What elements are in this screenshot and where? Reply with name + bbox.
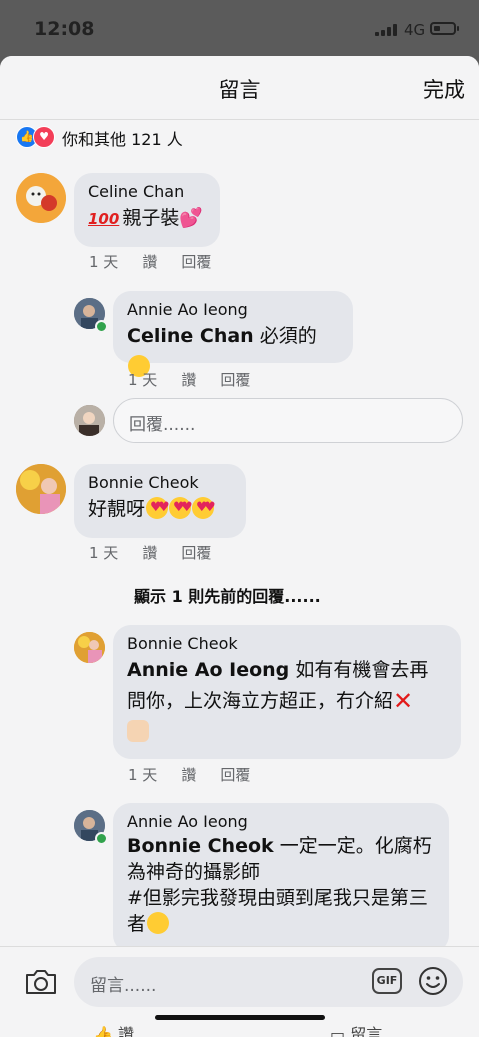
like-link[interactable]: 讚 [181,766,196,784]
comment-meta: 1 天 讚 回覆 [89,542,235,563]
reactions-count: 你和其他 121 人 [62,130,183,149]
comment-time: 1 天 [89,544,119,562]
background-like-button: 👍 讚 [93,1021,134,1037]
comment-text: 好靚呀 [88,494,232,525]
comment-author[interactable]: Bonnie Cheok [127,633,447,655]
emoji-icon[interactable] [418,966,448,996]
status-time: 12:08 [34,18,95,40]
battery-icon [430,22,456,35]
battery-tip [457,26,459,31]
comment-time: 1 天 [128,371,158,389]
avatar-bonnie-cheok[interactable] [74,632,105,663]
crying-emoji-icon [147,912,170,934]
background-like-label: 讚 [118,1025,135,1037]
mentioned-user[interactable]: Annie Ao Ieong [127,659,289,681]
avatar-image [74,632,105,663]
sheet-header: 留言 完成 [0,56,479,120]
signal-icon [375,24,399,36]
comment-bubble[interactable]: Annie Ao Ieong Bonnie Cheok 一定一定。化腐朽為神奇的… [113,803,449,953]
reply-placeholder: 回覆...... [129,415,196,435]
show-previous-replies-link[interactable]: 顯示 1 則先前的回覆...... [134,583,321,607]
comment-placeholder: 留言...... [90,976,157,996]
background-comment-button: ▭ 留言 [330,1021,382,1037]
heart-eyes-emoji-icon [146,497,170,519]
mentioned-user[interactable]: Bonnie Cheok [127,835,274,857]
avatar-image [74,405,105,436]
reply-link[interactable]: 回覆 [220,766,250,784]
comment-bubble[interactable]: Celine Chan 100 親子裝💕 [74,173,220,247]
comment-meta: 1 天 讚 回覆 [128,369,274,390]
comment-time: 1 天 [89,253,119,271]
comment-body: 好靚呀 [88,498,146,520]
comment-bubble[interactable]: Bonnie Cheok 好靚呀 [74,464,246,538]
network-type: 4G [404,21,426,39]
comment-input[interactable]: 留言...... GIF [74,957,463,1007]
avatar-bonnie-cheok[interactable] [16,464,66,514]
two-hearts-emoji-icon: 💕 [179,207,203,229]
comment-author[interactable]: Bonnie Cheok [88,472,232,494]
comment-bubble[interactable]: Bonnie Cheok Annie Ao Ieong 如有有機會去再問你，上次… [113,625,461,759]
comment-bubble[interactable]: Annie Ao Ieong Celine Chan 必須的 [113,291,353,377]
current-user-avatar [74,405,105,436]
avatar-image [16,173,66,223]
comment-time: 1 天 [128,766,158,784]
heart-eyes-emoji-icon [192,497,216,519]
comment-text: 100 親子裝💕 [88,203,206,235]
thumbs-up-emoji-icon [127,720,149,742]
cross-mark-emoji-icon: ✕ [393,687,414,715]
page-title: 留言 [218,78,261,102]
comment-meta: 1 天 讚 回覆 [89,251,235,272]
avatar-celine-chan[interactable] [16,173,66,223]
camera-icon[interactable] [24,969,58,995]
like-link[interactable]: 讚 [181,371,196,389]
online-status-icon [95,832,108,845]
background-comment-label: 留言 [350,1025,383,1037]
heart-reaction-icon: ♥ [33,126,55,148]
reply-link[interactable]: 回覆 [220,371,250,389]
comment-body: 親子裝 [122,207,180,229]
online-status-icon [95,320,108,333]
reply-link[interactable]: 回覆 [181,544,211,562]
heart-eyes-emoji-icon [169,497,193,519]
comments-sheet: 留言 完成 👍 ♥ 你和其他 121 人 Celine Chan 100 親子裝💕… [0,56,479,1037]
gif-button[interactable]: GIF [372,968,402,994]
home-indicator [155,1015,325,1020]
status-bar: 12:08 4G [0,0,479,56]
done-button[interactable]: 完成 [423,74,465,104]
mentioned-user[interactable]: Celine Chan [127,325,254,347]
reply-link[interactable]: 回覆 [181,253,211,271]
like-link[interactable]: 讚 [142,253,157,271]
comment-body: 必須的 [253,325,317,347]
comment-author[interactable]: Celine Chan [88,181,206,203]
reply-input[interactable]: 回覆...... [113,398,463,443]
avatar-image [16,464,66,514]
comment-meta: 1 天 讚 回覆 [128,764,274,785]
comment-composer: 留言...... GIF 👍 讚 ▭ 留言 [0,946,479,1037]
comment-text: Annie Ao Ieong 如有有機會去再問你，上次海立方超正，冇介紹✕ [127,655,447,748]
like-link[interactable]: 讚 [142,544,157,562]
comment-text: Bonnie Cheok 一定一定。化腐朽為神奇的攝影師 #但影完我發現由頭到尾我… [127,833,435,937]
comment-hashtag[interactable]: #但影完我發現由頭到尾我只是第三者 [127,887,428,935]
comment-author[interactable]: Annie Ao Ieong [127,299,339,321]
comment-author[interactable]: Annie Ao Ieong [127,811,435,833]
hundred-emoji-icon: 100 [88,210,120,228]
